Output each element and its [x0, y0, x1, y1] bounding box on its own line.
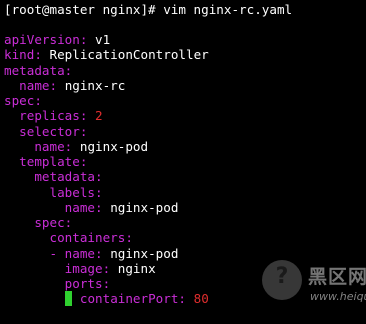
yaml-line: labels:	[4, 185, 103, 200]
yaml-indent	[4, 246, 50, 261]
yaml-key: metadata:	[4, 62, 73, 78]
yaml-line: - name: nginx-pod	[4, 245, 179, 261]
terminal-window[interactable]: [root@master nginx]# vim nginx-rc.yaml a…	[0, 0, 366, 324]
yaml-key: name:	[19, 77, 58, 93]
watermark: ? 黑区网络 www.heiqu.com	[262, 252, 366, 324]
yaml-indent	[4, 139, 34, 154]
yaml-indent	[4, 230, 50, 245]
yaml-key: image:	[64, 260, 111, 276]
yaml-indent	[4, 261, 65, 276]
yaml-value: 2	[95, 108, 103, 124]
yaml-key: name:	[64, 245, 103, 261]
yaml-key: kind:	[4, 47, 42, 63]
shell-prompt: [root@master nginx]# vim nginx-rc.yaml	[4, 2, 293, 17]
yaml-value: nginx	[117, 260, 156, 276]
yaml-line: replicas: 2	[4, 108, 103, 124]
yaml-indent	[4, 291, 65, 306]
yaml-line: name: nginx-pod	[4, 139, 148, 154]
yaml-line: name: nginx-rc	[4, 78, 125, 93]
watermark-url: www.heiqu.com	[310, 290, 366, 303]
yaml-indent	[4, 276, 65, 291]
yaml-value: nginx-pod	[110, 245, 179, 261]
yaml-key: containerPort:	[79, 291, 187, 307]
yaml-key: name:	[34, 138, 73, 154]
yaml-value: nginx-pod	[110, 199, 179, 215]
yaml-indent	[4, 200, 65, 215]
yaml-key: selector:	[19, 123, 88, 139]
yaml-line: ports:	[4, 276, 111, 291]
yaml-indent	[4, 215, 34, 230]
yaml-value: 80	[193, 291, 209, 307]
yaml-line: spec:	[4, 215, 72, 230]
yaml-line: apiVersion: v1	[4, 32, 110, 47]
yaml-key: labels:	[49, 184, 103, 200]
yaml-key: containers:	[49, 230, 133, 246]
watermark-logo-glyph: ?	[275, 264, 289, 289]
yaml-indent	[4, 78, 19, 93]
yaml-line: template:	[4, 154, 87, 169]
yaml-indent	[4, 108, 19, 123]
yaml-key: name:	[64, 199, 103, 215]
yaml-line: image: nginx	[4, 261, 156, 276]
yaml-value: ReplicationController	[49, 47, 209, 63]
yaml-value: nginx-rc	[64, 77, 126, 93]
text-cursor: -	[64, 291, 73, 307]
yaml-key: metadata:	[34, 169, 103, 185]
yaml-value: nginx-pod	[79, 138, 149, 154]
yaml-key: spec:	[34, 215, 73, 230]
watermark-title: 黑区网络	[308, 266, 366, 288]
yaml-line: selector:	[4, 124, 87, 139]
yaml-list-dash: -	[64, 291, 80, 307]
yaml-indent	[4, 169, 34, 184]
yaml-indent	[4, 185, 50, 200]
yaml-key: spec:	[4, 93, 42, 108]
yaml-line: containers:	[4, 230, 133, 245]
yaml-line: metadata:	[4, 169, 103, 185]
yaml-line: spec:	[4, 93, 42, 108]
yaml-line: metadata:	[4, 63, 72, 78]
yaml-line: name: nginx-pod	[4, 199, 179, 215]
yaml-key: apiVersion:	[4, 32, 88, 47]
yaml-indent	[4, 154, 19, 169]
yaml-list-dash: -	[49, 245, 65, 261]
yaml-indent	[4, 124, 19, 139]
yaml-line: - containerPort: 80	[4, 291, 209, 307]
yaml-key: ports:	[64, 276, 111, 291]
yaml-key: replicas:	[19, 108, 88, 124]
yaml-key: template:	[19, 154, 88, 169]
yaml-line: kind: ReplicationController	[4, 47, 209, 62]
yaml-value: v1	[95, 32, 111, 47]
